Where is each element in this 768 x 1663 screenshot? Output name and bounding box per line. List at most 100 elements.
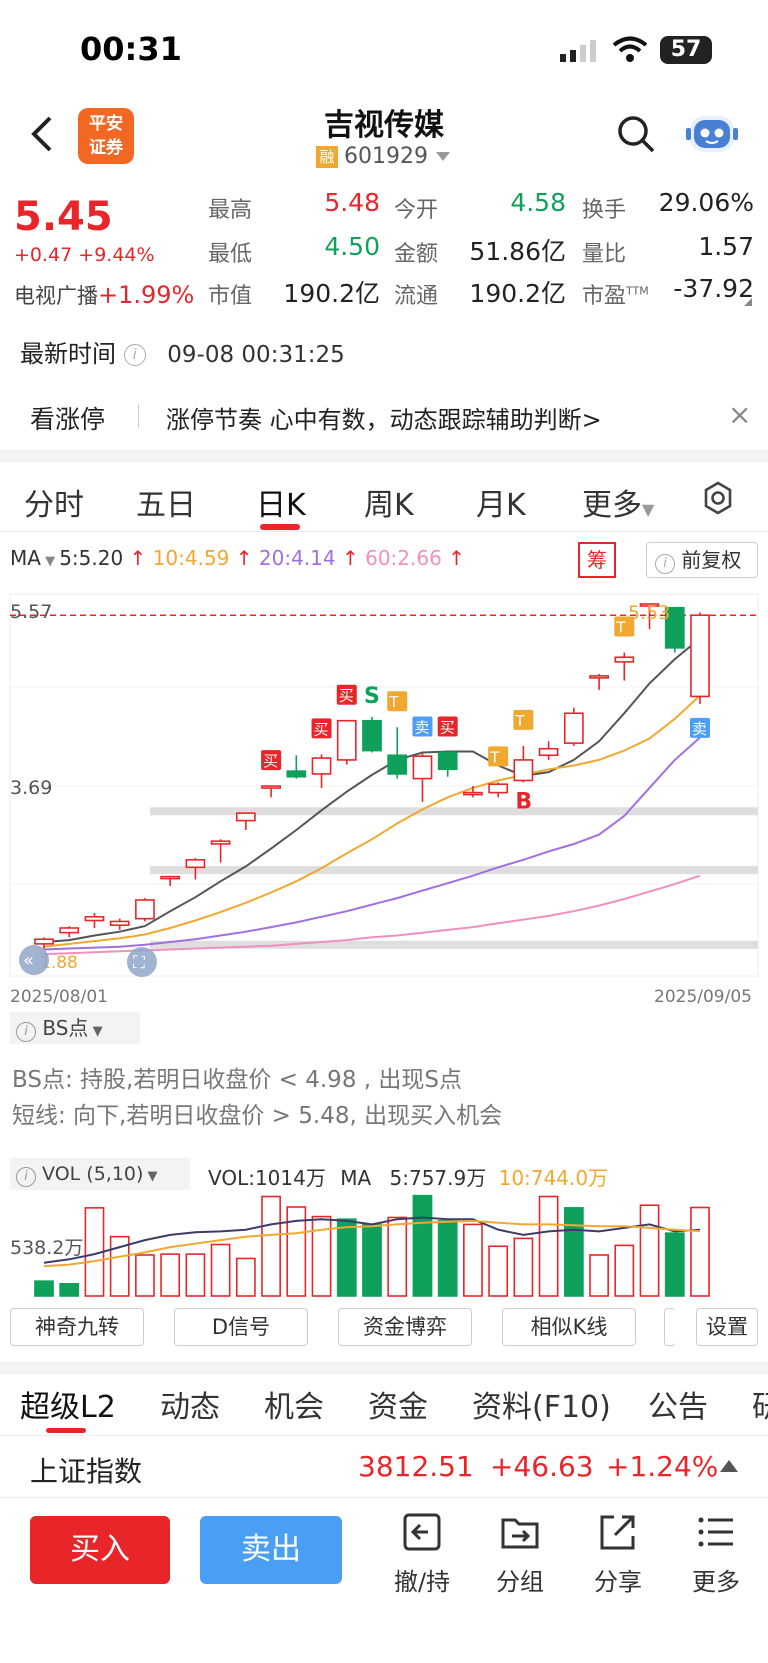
- tab-f10[interactable]: 资料(F10): [472, 1382, 611, 1426]
- similar-k-button[interactable]: 相似K线: [502, 1308, 636, 1346]
- sector-row[interactable]: 电视广播+1.99%: [14, 280, 194, 310]
- volume-bar: [639, 1204, 660, 1297]
- bs-point-toggle[interactable]: i BS点 ▼: [10, 1012, 140, 1044]
- margin-badge: 融: [316, 146, 338, 168]
- wifi-icon: [612, 36, 648, 68]
- index-bar[interactable]: 上证指数 3812.51 +46.63 +1.24%: [0, 1436, 768, 1498]
- stock-header: 平安 证券 吉视传媒 融 601929: [0, 96, 768, 180]
- more-button-edge[interactable]: [664, 1308, 676, 1346]
- low-label: 最低: [208, 242, 253, 267]
- candle-body: [463, 791, 483, 796]
- tab-announcement[interactable]: 公告: [648, 1382, 708, 1426]
- settings-button[interactable]: 设置: [696, 1308, 758, 1346]
- share-icon: [600, 1515, 635, 1550]
- volume-legend: VOL:1014万 MA 5:757.9万 10:744.0万: [208, 1166, 609, 1190]
- section-divider: [0, 450, 768, 462]
- volume-bar: [387, 1216, 408, 1297]
- tab-super-l2[interactable]: 超级L2: [20, 1382, 116, 1426]
- signal-T-text: T: [514, 712, 525, 730]
- detail-tabs: 超级L2 动态 机会 资金 资料(F10) 公告 研: [0, 1374, 768, 1436]
- magic-nine-button[interactable]: 神奇九转: [10, 1308, 144, 1346]
- search-button[interactable]: [616, 114, 656, 158]
- volume-bar: [589, 1254, 609, 1297]
- zoom-icon: ⛶: [133, 953, 145, 973]
- signal-T-text: T: [388, 693, 399, 711]
- signal-T-text: T: [489, 748, 500, 766]
- signal-buy-text: 买: [339, 687, 354, 705]
- ma-legend[interactable]: MA ▼ 5:5.20 ↑ 10:4.59 ↑ 20:4.14 ↑ 60:2.6…: [10, 546, 465, 570]
- caret-down-icon[interactable]: [436, 152, 450, 161]
- double-chevron-left-icon: «: [23, 950, 34, 971]
- more-menu-button[interactable]: 更多: [676, 1512, 756, 1597]
- chart-settings-button[interactable]: [700, 480, 736, 520]
- volume-bar: [210, 1243, 231, 1297]
- volume-bar: [135, 1254, 155, 1297]
- status-time: 00:31: [80, 30, 182, 68]
- candle-body: [437, 751, 458, 771]
- candle-body: [210, 840, 231, 845]
- tab-daily-k[interactable]: 日K: [256, 480, 306, 524]
- buy-button[interactable]: 买入: [30, 1516, 170, 1584]
- tab-research[interactable]: 研: [752, 1382, 768, 1426]
- info-icon: i: [16, 1167, 36, 1187]
- sell-button[interactable]: 卖出: [200, 1516, 342, 1584]
- volume-bar: [34, 1280, 54, 1297]
- group-button[interactable]: 分组: [480, 1512, 560, 1597]
- robot-icon: [686, 116, 738, 152]
- close-icon[interactable]: ×: [728, 398, 751, 431]
- share-button[interactable]: 分享: [578, 1512, 658, 1597]
- pe-label: 市盈TTM: [582, 284, 649, 309]
- caret-up-icon[interactable]: [720, 1460, 738, 1472]
- assistant-button[interactable]: [686, 108, 738, 162]
- stock-code: 601929: [344, 144, 428, 169]
- signal-icon: [560, 38, 604, 68]
- vol-ratio-value: 1.57: [698, 232, 754, 261]
- fund-game-button[interactable]: 资金博弈: [338, 1308, 472, 1346]
- expand-corner-icon[interactable]: [744, 298, 752, 306]
- volume-bar: [463, 1223, 483, 1297]
- tab-five-day[interactable]: 五日: [136, 480, 196, 524]
- open-value: 4.58: [510, 188, 566, 217]
- section-divider: [0, 1362, 768, 1374]
- signal-b-label: B: [515, 789, 532, 814]
- volume-bar: [160, 1253, 181, 1297]
- divider: [138, 404, 139, 428]
- tab-opportunity[interactable]: 机会: [264, 1382, 324, 1426]
- volume-chart[interactable]: 538.2万: [0, 1192, 768, 1298]
- chip-distribution-button[interactable]: 筹: [578, 542, 616, 578]
- info-icon[interactable]: i: [123, 344, 146, 366]
- back-button[interactable]: [24, 114, 64, 154]
- x-end-label: 2025/09/05: [654, 987, 752, 1007]
- index-change: +46.63: [490, 1450, 594, 1483]
- candle-body: [84, 915, 105, 922]
- candle-body: [563, 712, 584, 744]
- volume-bars: [34, 1194, 710, 1297]
- open-label: 今开: [394, 198, 439, 223]
- limit-up-banner[interactable]: 看涨停 涨停节奏 心中有数，动态跟踪辅助判断> ×: [0, 384, 768, 448]
- kline-chart[interactable]: 买买买 S T卖 买TBTT卖 5.57 3.69 1.88 5.53 2025/08…: [0, 590, 768, 1010]
- tab-weekly-k[interactable]: 周K: [364, 480, 414, 524]
- tab-more[interactable]: 更多▼: [582, 480, 654, 524]
- candle-body: [589, 675, 609, 679]
- d-signal-button[interactable]: D信号: [174, 1308, 308, 1346]
- tab-monthly-k[interactable]: 月K: [476, 480, 526, 524]
- tab-funds[interactable]: 资金: [368, 1382, 428, 1426]
- peak-price-label: 5.53: [628, 602, 670, 624]
- volume-indicator-toggle[interactable]: i VOL (5,10) ▼: [10, 1158, 190, 1190]
- revoke-icon: [403, 1513, 441, 1551]
- active-tab-indicator: [260, 524, 300, 530]
- menu-icon: [698, 1517, 733, 1547]
- tab-intraday[interactable]: 分时: [24, 480, 84, 524]
- banner-text: 涨停节奏 心中有数，动态跟踪辅助判断>: [166, 406, 602, 434]
- candle-body: [59, 927, 80, 934]
- chart-tabs: 分时 五日 日K 周K 月K 更多▼: [0, 462, 768, 532]
- quote-panel: 5.45 +0.47 +9.44% 电视广播+1.99% 最高 5.48 最低 …: [0, 180, 768, 320]
- tab-news[interactable]: 动态: [160, 1382, 220, 1426]
- signal-buy-text: 买: [263, 752, 278, 770]
- index-name: 上证指数: [30, 1455, 143, 1488]
- revoke-button[interactable]: 撤/持: [382, 1512, 462, 1597]
- adjust-button[interactable]: i 前复权: [646, 542, 758, 578]
- battery-icon: 57: [660, 36, 712, 64]
- caret-down-icon: ▼: [642, 500, 655, 519]
- search-icon: [618, 116, 655, 153]
